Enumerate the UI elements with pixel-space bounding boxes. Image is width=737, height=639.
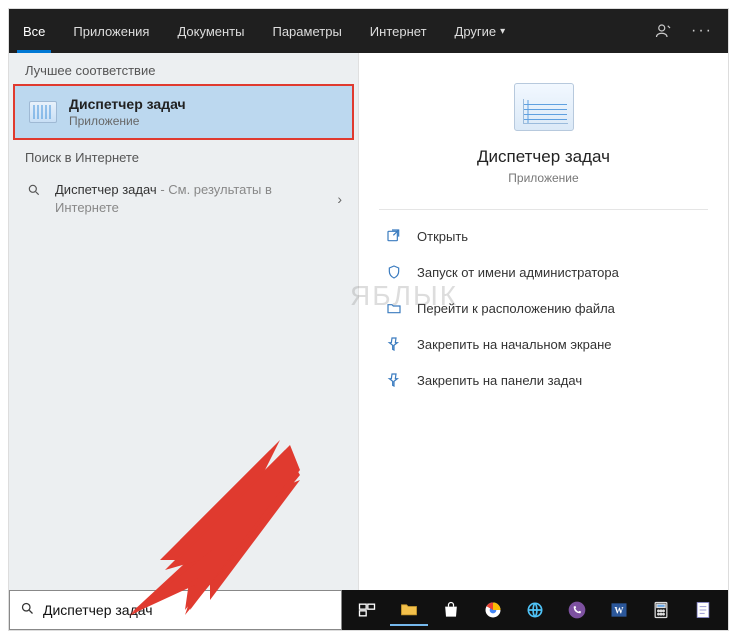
more-options-icon[interactable]: ··· xyxy=(688,17,716,45)
search-icon xyxy=(20,601,35,620)
shield-icon xyxy=(385,263,403,281)
tab-all[interactable]: Все xyxy=(9,9,59,53)
feedback-icon[interactable] xyxy=(650,17,678,45)
preview-type: Приложение xyxy=(508,171,578,185)
chevron-right-icon: › xyxy=(337,191,342,207)
viber-icon[interactable] xyxy=(558,594,596,626)
action-run-admin-label: Запуск от имени администратора xyxy=(417,265,619,280)
web-search-label: Поиск в Интернете xyxy=(9,140,358,171)
word-icon[interactable]: W xyxy=(600,594,638,626)
chrome-icon[interactable] xyxy=(474,594,512,626)
result-subtitle: Приложение xyxy=(69,114,186,128)
actions-list: Открыть Запуск от имени администратора П… xyxy=(359,218,728,398)
store-icon[interactable] xyxy=(432,594,470,626)
web-result-term: Диспетчер задач xyxy=(55,182,157,197)
action-pin-taskbar[interactable]: Закрепить на панели задач xyxy=(371,362,716,398)
results-body: Лучшее соответствие Диспетчер задач Прил… xyxy=(9,53,728,590)
action-pin-start[interactable]: Закрепить на начальном экране xyxy=(371,326,716,362)
open-icon xyxy=(385,227,403,245)
taskbar-search[interactable] xyxy=(9,590,342,630)
folder-icon xyxy=(385,299,403,317)
results-left-pane: Лучшее соответствие Диспетчер задач Прил… xyxy=(9,53,359,590)
action-pin-start-label: Закрепить на начальном экране xyxy=(417,337,612,352)
action-open-location-label: Перейти к расположению файла xyxy=(417,301,615,316)
divider xyxy=(379,209,708,210)
result-task-manager[interactable]: Диспетчер задач Приложение xyxy=(13,84,354,140)
taskbar: W xyxy=(9,590,728,630)
tab-documents[interactable]: Документы xyxy=(163,9,258,53)
pin-taskbar-icon xyxy=(385,371,403,389)
task-manager-large-icon xyxy=(514,83,574,131)
preview-name: Диспетчер задач xyxy=(477,147,610,167)
task-manager-icon xyxy=(29,101,57,123)
result-title: Диспетчер задач xyxy=(69,96,186,112)
tab-settings[interactable]: Параметры xyxy=(258,9,355,53)
search-panel: Все Приложения Документы Параметры Интер… xyxy=(8,8,729,631)
web-result[interactable]: Диспетчер задач - См. результаты в Интер… xyxy=(9,171,358,227)
search-tabs: Все Приложения Документы Параметры Интер… xyxy=(9,9,728,53)
preview: Диспетчер задач Приложение xyxy=(359,73,728,205)
pin-start-icon xyxy=(385,335,403,353)
search-icon xyxy=(25,183,43,200)
action-run-admin[interactable]: Запуск от имени администратора xyxy=(371,254,716,290)
svg-text:W: W xyxy=(614,605,624,615)
best-match-label: Лучшее соответствие xyxy=(9,53,358,84)
file-explorer-icon[interactable] xyxy=(390,594,428,626)
action-pin-taskbar-label: Закрепить на панели задач xyxy=(417,373,582,388)
action-open-label: Открыть xyxy=(417,229,468,244)
calculator-icon[interactable] xyxy=(642,594,680,626)
chevron-down-icon: ▾ xyxy=(500,26,505,37)
notepad-icon[interactable] xyxy=(684,594,722,626)
action-open[interactable]: Открыть xyxy=(371,218,716,254)
tab-more[interactable]: Другие ▾ xyxy=(441,9,520,53)
tab-internet[interactable]: Интернет xyxy=(356,9,441,53)
task-view-icon[interactable] xyxy=(348,594,386,626)
web-result-text: Диспетчер задач - См. результаты в Интер… xyxy=(55,181,325,217)
taskbar-icons: W xyxy=(342,590,728,630)
results-right-pane: Диспетчер задач Приложение Открыть Запус… xyxy=(359,53,728,590)
action-open-location[interactable]: Перейти к расположению файла xyxy=(371,290,716,326)
search-input[interactable] xyxy=(43,602,331,618)
tab-more-label: Другие xyxy=(455,24,497,39)
tab-apps[interactable]: Приложения xyxy=(59,9,163,53)
browser-icon[interactable] xyxy=(516,594,554,626)
